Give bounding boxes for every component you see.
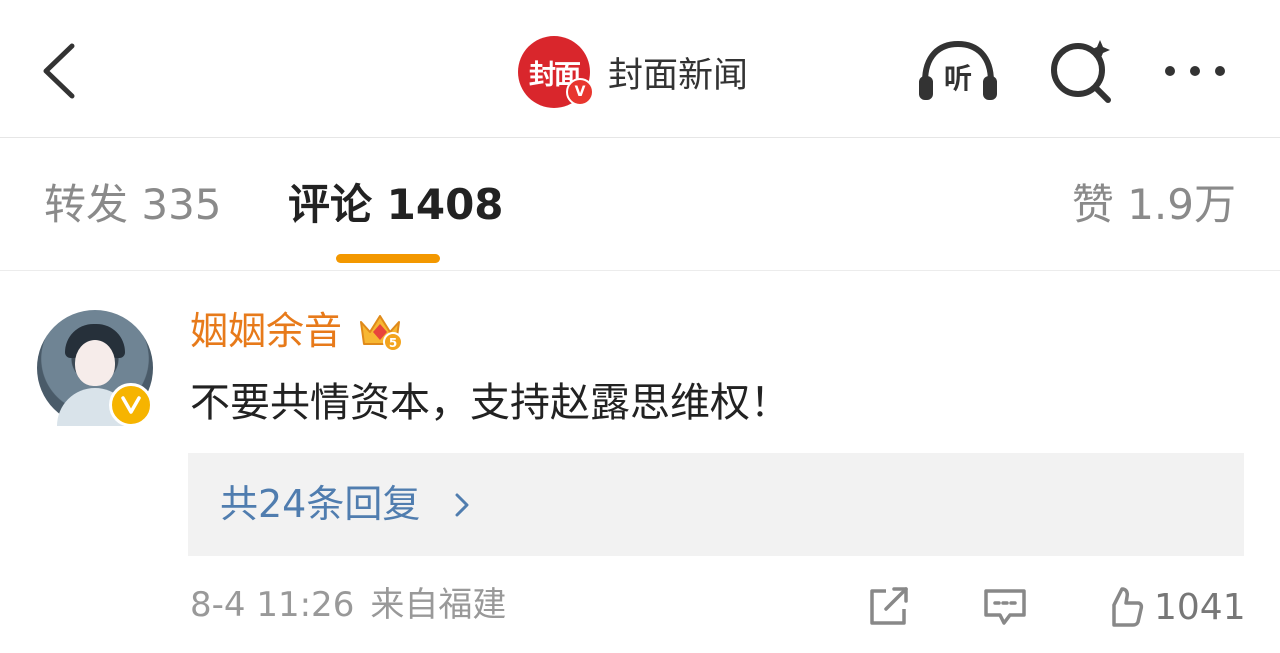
active-tab-indicator <box>336 254 440 263</box>
chevron-left-icon <box>43 43 75 99</box>
view-replies-button[interactable]: 共24条回复 <box>188 453 1244 556</box>
comment-username[interactable]: 姻姻余音 <box>190 308 342 354</box>
tab-like[interactable]: 赞 1.9万 <box>1072 180 1236 230</box>
back-button[interactable] <box>30 36 90 106</box>
vip-crown-icon: 5 <box>360 315 403 352</box>
comment-meta: 8-4 11:26 来自福建 <box>190 583 506 627</box>
listen-button[interactable]: 听 <box>915 36 1001 106</box>
more-horizontal-icon <box>1165 66 1225 76</box>
interaction-tabs: 转发 335 评论 1408 赞 1.9万 <box>0 138 1280 271</box>
like-count: 1041 <box>1154 586 1246 628</box>
share-icon <box>870 587 908 625</box>
tab-repost[interactable]: 转发 335 <box>44 180 222 230</box>
comment-text: 不要共情资本，支持赵露思维权！ <box>190 380 790 426</box>
tab-comment[interactable]: 评论 1408 <box>288 180 504 230</box>
comment-date: 8-4 11:26 <box>190 585 355 625</box>
reply-button[interactable] <box>982 585 1028 629</box>
top-nav-bar: 封面 V 封面新闻 听 <box>0 0 1280 138</box>
verified-v-badge: V <box>566 78 594 106</box>
like-button[interactable]: 1041 <box>1108 585 1246 629</box>
account-name: 封面新闻 <box>608 55 749 96</box>
account-logo: 封面 V <box>518 36 594 108</box>
listen-label: 听 <box>944 62 972 95</box>
comment-location: 来自福建 <box>370 585 507 625</box>
share-button[interactable] <box>866 585 912 629</box>
account-header[interactable]: 封面 V 封面新闻 <box>518 36 748 108</box>
search-button[interactable] <box>1040 36 1126 106</box>
more-options-button[interactable] <box>1150 36 1236 106</box>
comment-item: 姻姻余音 5 不要共情资本，支持赵露思维权！ 共24条回复 8-4 11:26 来… <box>0 275 1280 653</box>
thumbs-up-icon <box>1112 587 1144 627</box>
replies-count-label: 共24条回复 <box>220 482 421 526</box>
headphones-icon: 听 <box>919 40 997 100</box>
chevron-right-icon <box>455 493 469 517</box>
search-sparkle-icon <box>1051 40 1111 103</box>
verified-badge-icon <box>109 383 153 427</box>
comment-icon <box>984 589 1026 625</box>
member-level: 5 <box>389 336 397 350</box>
